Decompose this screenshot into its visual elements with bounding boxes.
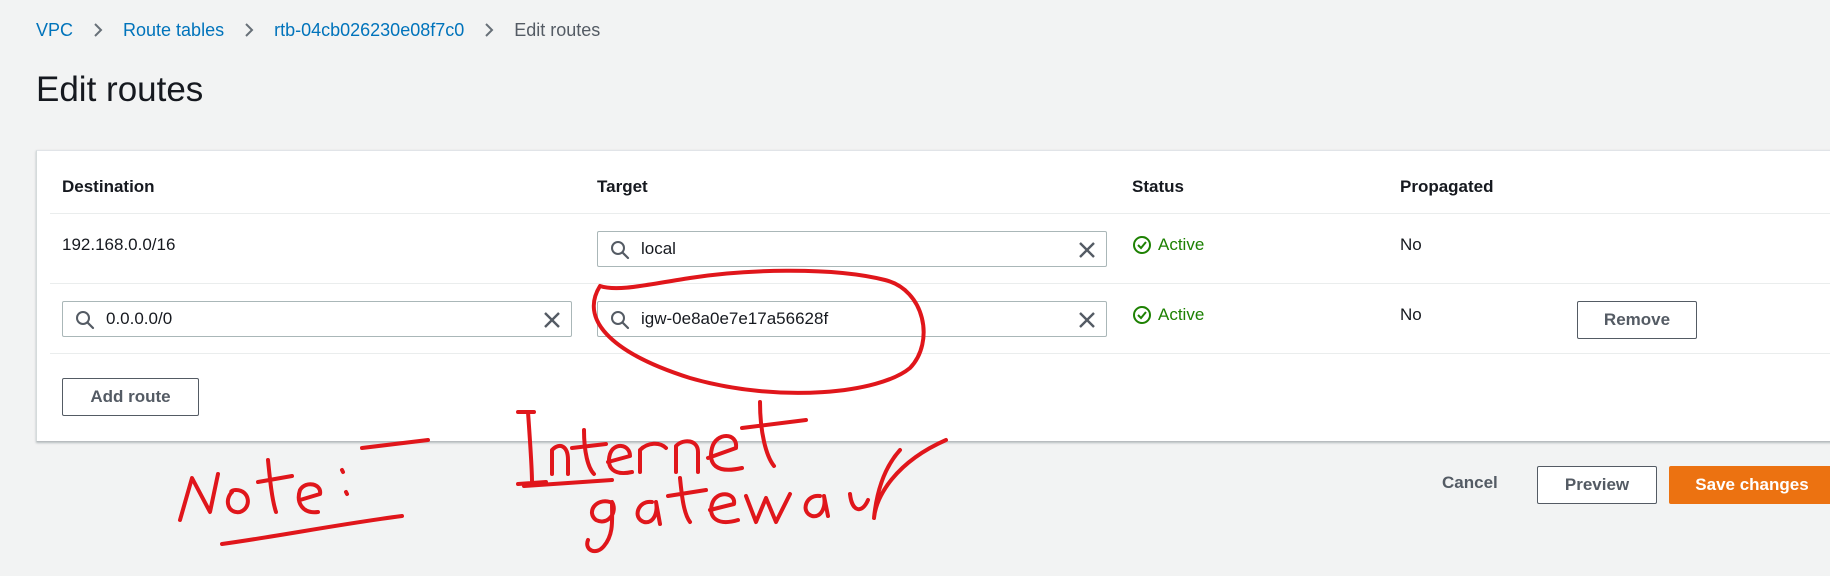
destination-value: 0.0.0.0/0 <box>106 309 173 328</box>
propagated-text: No <box>1400 305 1422 324</box>
target-value: local <box>641 239 676 258</box>
breadcrumb-route-table-id[interactable]: rtb-04cb026230e08f7c0 <box>274 20 464 41</box>
annotation-gateway-w <box>744 492 792 524</box>
annotation-gateway-a <box>635 499 662 526</box>
search-icon <box>76 311 95 330</box>
annotation-gateway-t <box>666 476 708 524</box>
column-header-destination: Destination <box>62 177 155 196</box>
annotation-gateway-a2 <box>803 493 830 519</box>
breadcrumb-vpc[interactable]: VPC <box>36 20 73 41</box>
save-changes-button[interactable]: Save changes <box>1669 466 1830 504</box>
chevron-right-icon <box>93 22 103 38</box>
destination-text: 192.168.0.0/16 <box>62 235 176 254</box>
annotation-gateway-y <box>848 438 948 520</box>
annotation-gateway-e <box>708 492 740 524</box>
search-icon <box>611 311 630 330</box>
status-badge: Active <box>1132 235 1204 255</box>
annotation-note-N <box>178 472 220 522</box>
status-positive-icon <box>1133 236 1151 254</box>
annotation-internet-underline <box>522 478 614 488</box>
status-positive-icon <box>1133 306 1151 324</box>
target-value: igw-0e8a0e7e17a56628f <box>641 309 829 328</box>
target-input[interactable]: igw-0e8a0e7e17a56628f <box>597 301 1107 337</box>
close-icon[interactable] <box>1078 241 1096 259</box>
annotation-internet-n1 <box>550 443 570 476</box>
annotation-note-o <box>225 488 250 515</box>
breadcrumb-current: Edit routes <box>514 19 601 40</box>
chevron-right-icon <box>484 22 494 38</box>
row-divider <box>50 283 1830 284</box>
status-text: Active <box>1158 235 1205 254</box>
routes-panel: Destination Target Status Propagated 192… <box>36 150 1830 442</box>
preview-button[interactable]: Preview <box>1537 466 1657 504</box>
status-text: Active <box>1158 305 1205 324</box>
annotation-internet-n2 <box>674 439 700 474</box>
column-header-target: Target <box>597 177 648 196</box>
add-route-button[interactable]: Add route <box>62 378 199 416</box>
annotation-note-e <box>296 482 323 515</box>
annotation-internet-e1 <box>606 444 634 475</box>
annotation-gateway-g <box>585 499 616 554</box>
annotation-internet-r <box>638 441 668 474</box>
annotation-note-colon <box>340 468 349 496</box>
target-input[interactable]: local <box>597 231 1107 267</box>
chevron-right-icon <box>244 22 254 38</box>
annotation-note-underline <box>220 514 404 546</box>
breadcrumb-route-tables[interactable]: Route tables <box>123 20 224 41</box>
propagated-text: No <box>1400 235 1422 254</box>
column-header-status: Status <box>1132 177 1184 196</box>
page-title: Edit routes <box>36 70 204 109</box>
annotation-note-t <box>256 458 294 514</box>
close-icon[interactable] <box>543 311 561 329</box>
row-divider <box>50 353 1830 354</box>
header-divider <box>50 213 1830 214</box>
status-badge: Active <box>1132 305 1204 325</box>
breadcrumb: VPC Route tables rtb-04cb026230e08f7c0 E… <box>36 18 600 42</box>
remove-route-button[interactable]: Remove <box>1577 301 1697 339</box>
cancel-button[interactable]: Cancel <box>1442 473 1498 493</box>
destination-input[interactable]: 0.0.0.0/0 <box>62 301 572 337</box>
column-header-propagated: Propagated <box>1400 177 1494 196</box>
close-icon[interactable] <box>1078 311 1096 329</box>
search-icon <box>611 241 630 260</box>
